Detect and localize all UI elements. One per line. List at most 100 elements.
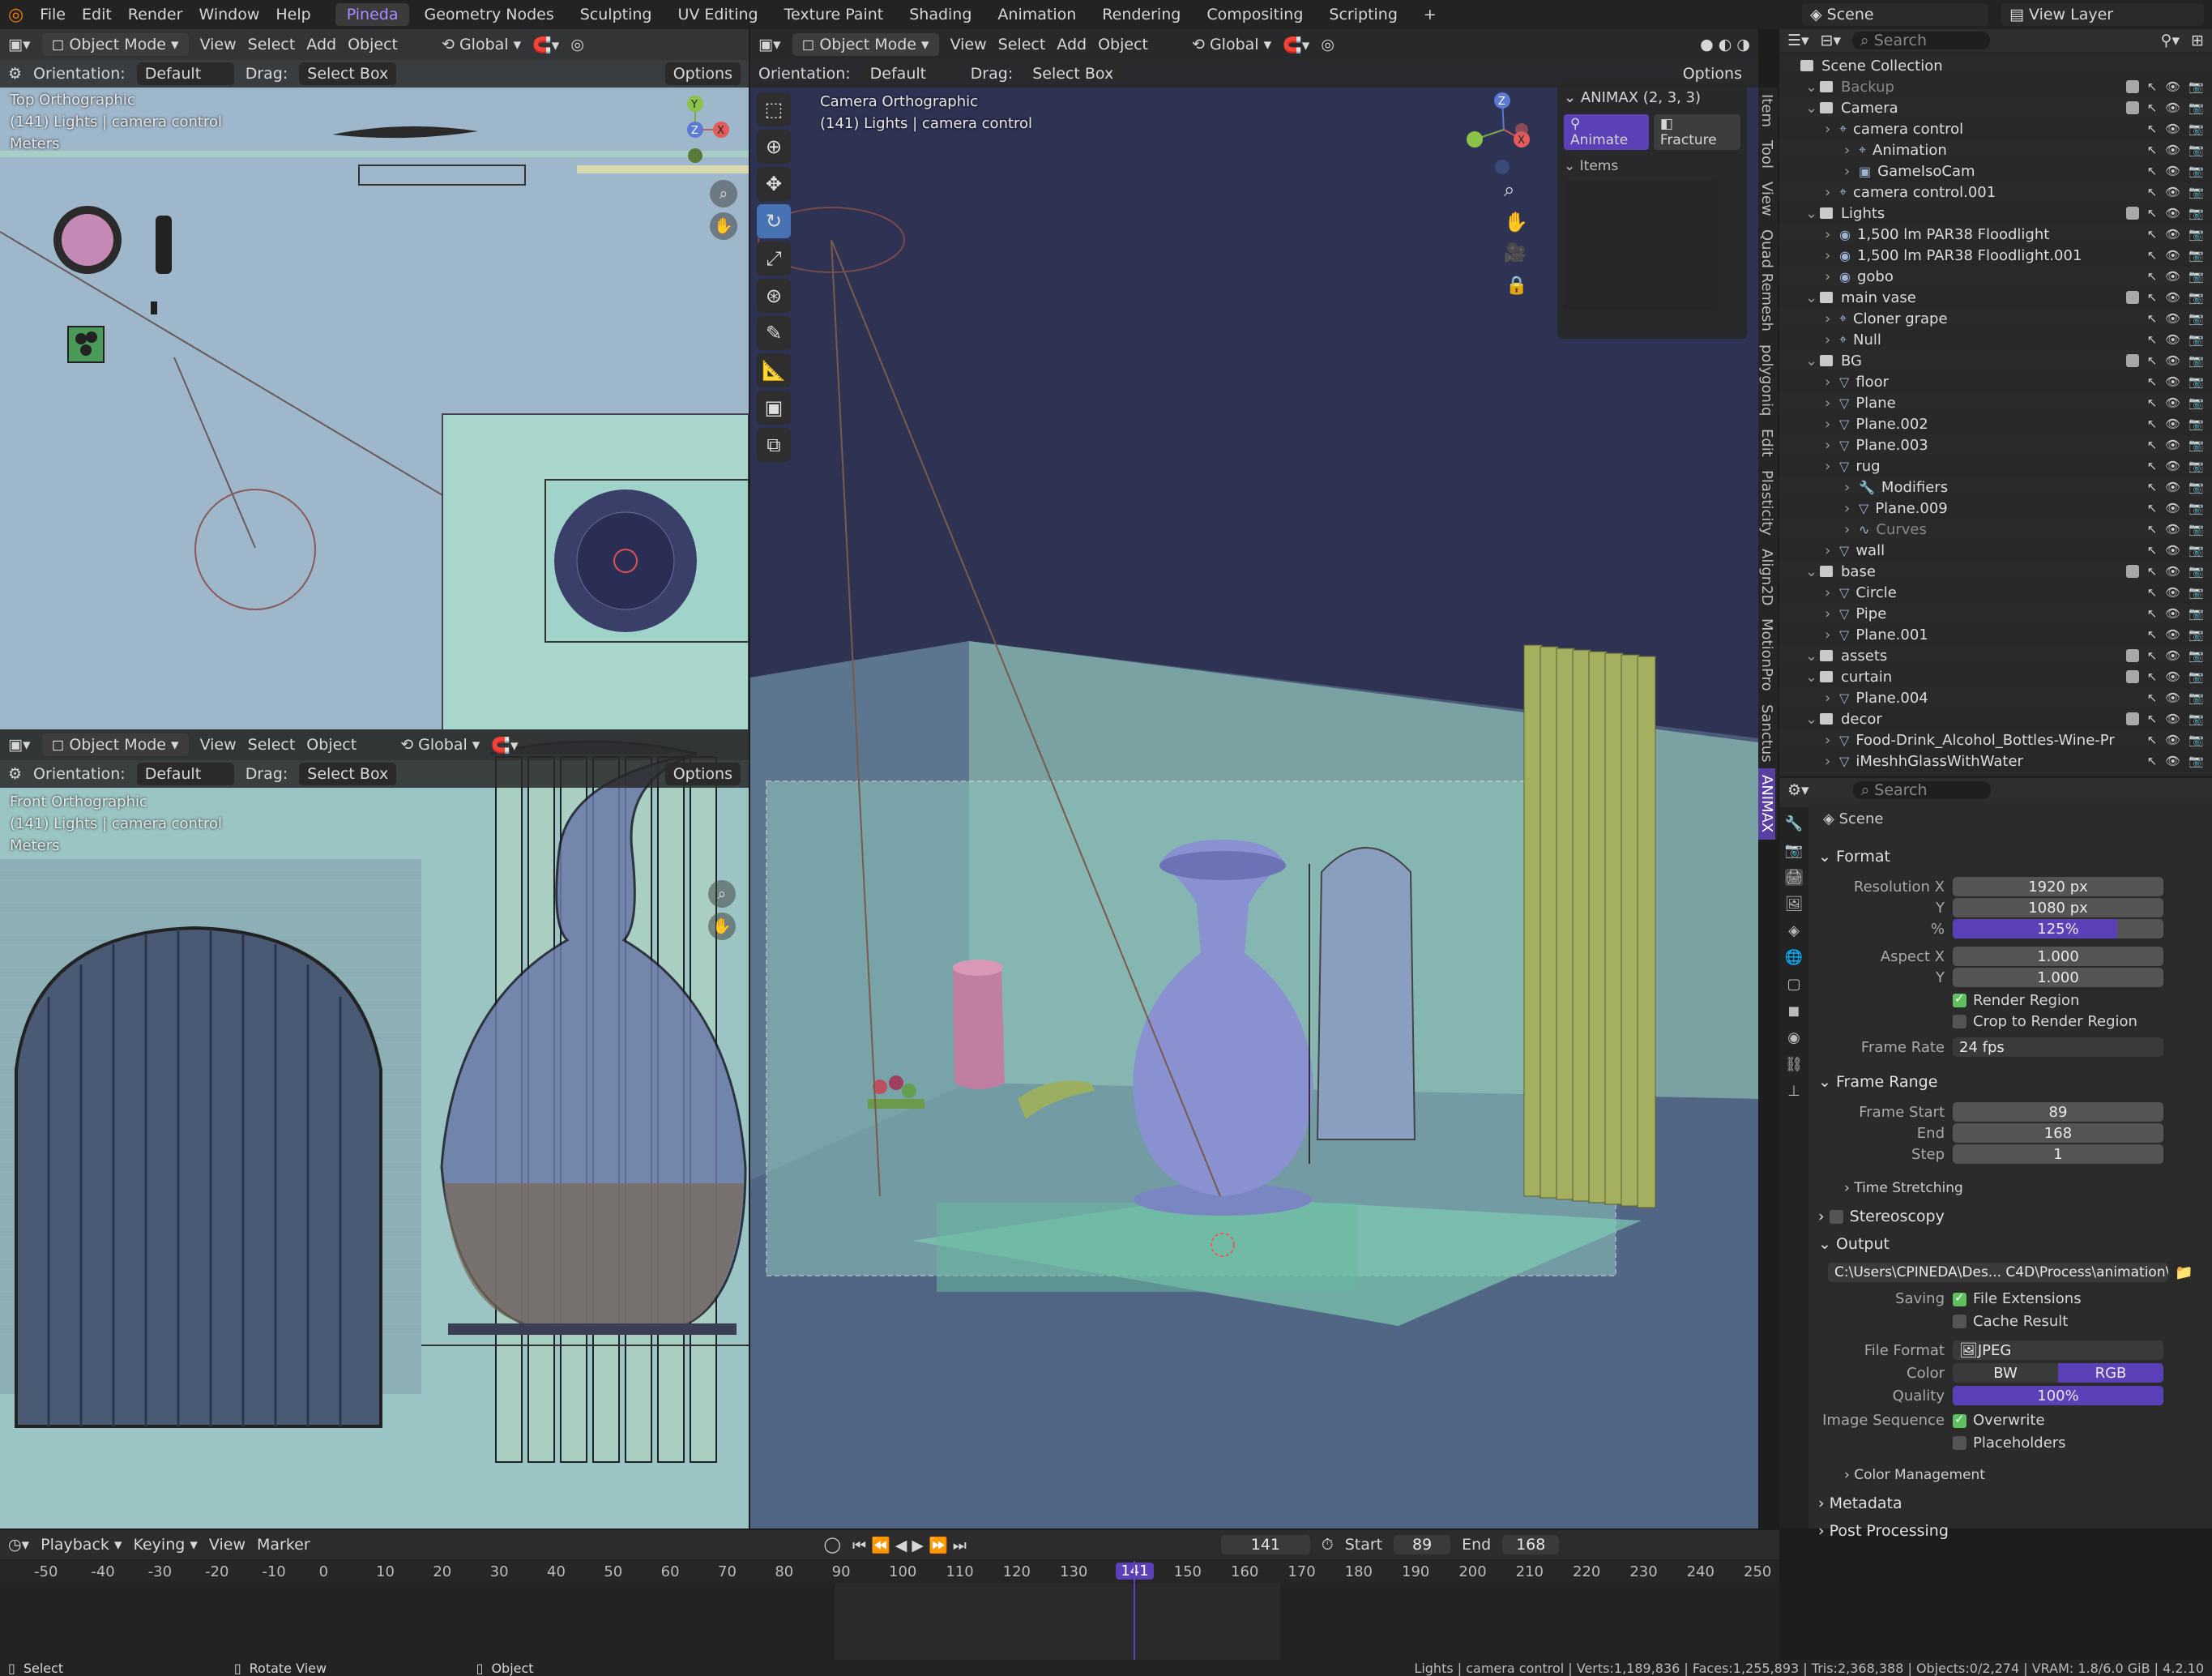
pan-hand-icon[interactable]: ✋: [708, 913, 736, 940]
disclosure-icon[interactable]: ›: [1844, 521, 1859, 538]
cache-result-checkbox[interactable]: [1953, 1315, 1966, 1328]
render-region-checkbox[interactable]: [1953, 991, 1966, 1007]
bw-button[interactable]: BW: [1953, 1363, 2058, 1383]
render-tab-icon[interactable]: 📷: [1785, 842, 1803, 859]
transform-icon[interactable]: ⊛: [757, 279, 791, 313]
eye-icon[interactable]: 👁: [2165, 353, 2180, 368]
eye-icon[interactable]: 👁: [2165, 332, 2180, 347]
disclosure-icon[interactable]: ›: [1844, 479, 1859, 496]
current-frame-field[interactable]: 141: [1220, 1535, 1310, 1554]
frame-ruler[interactable]: -50 -40 -30 -20 -10 0 10 20 30 40 50 60 70 80 90 100 110…: [0, 1561, 1779, 1584]
disclosure-icon[interactable]: ›: [1825, 584, 1839, 601]
lock-icon[interactable]: 🔒: [1505, 276, 1527, 296]
exclude-checkbox[interactable]: [2125, 80, 2139, 93]
aspect-y-field[interactable]: 1.000: [1953, 968, 2163, 987]
eye-icon[interactable]: 👁: [2165, 185, 2180, 199]
disclosure-icon[interactable]: ›: [1844, 163, 1859, 180]
camera-render-icon[interactable]: 📷: [2189, 332, 2204, 347]
eye-icon[interactable]: 👁: [2165, 585, 2180, 600]
outliner-row[interactable]: › ⌖ Animation ↖ 👁 📷: [1779, 139, 2212, 160]
outliner-row[interactable]: › ▽ wall ↖ 👁 📷: [1779, 540, 2212, 561]
tab-scripting[interactable]: Scripting: [1317, 3, 1409, 26]
navigation-gizmo[interactable]: Z X: [1455, 89, 1544, 178]
end-frame-field[interactable]: 168: [1502, 1535, 1560, 1554]
orientation-dropdown[interactable]: Default: [861, 62, 959, 85]
transform-orientation[interactable]: ⟲ Global ▾: [400, 736, 480, 754]
annotate-icon[interactable]: ✎: [757, 316, 791, 350]
eye-icon[interactable]: 👁: [2165, 648, 2180, 663]
new-collection-icon[interactable]: ⊞: [2191, 32, 2204, 49]
world-tab-icon[interactable]: 🌐: [1785, 949, 1803, 966]
outliner-row[interactable]: ⌄ main vase ↖ 👁 📷: [1779, 287, 2212, 308]
select-arrow-icon[interactable]: ↖: [2147, 332, 2158, 347]
menu-window[interactable]: Window: [199, 6, 259, 24]
scale-icon[interactable]: ⤢: [757, 242, 791, 276]
camera-render-icon[interactable]: 📷: [2189, 311, 2204, 326]
tab-animation[interactable]: Animation: [986, 3, 1087, 26]
camera-render-icon[interactable]: 📷: [2189, 227, 2204, 242]
move-icon[interactable]: ✥: [757, 167, 791, 201]
constraints-tab-icon[interactable]: ⛓: [1785, 1056, 1804, 1073]
eye-icon[interactable]: 👁: [2165, 606, 2180, 621]
disclosure-icon[interactable]: ⌄: [1805, 648, 1820, 665]
stereoscopy-checkbox[interactable]: [1829, 1210, 1843, 1224]
post-processing-header[interactable]: › Post Processing: [1818, 1522, 1949, 1540]
editor-type-icon[interactable]: ▣▾: [8, 736, 31, 754]
select-arrow-icon[interactable]: ↖: [2147, 122, 2158, 136]
disclosure-icon[interactable]: ›: [1825, 605, 1839, 622]
tab-sanctus[interactable]: Sanctus: [1758, 698, 1775, 769]
select-arrow-icon[interactable]: ↖: [2147, 290, 2158, 305]
outliner-row[interactable]: › ◉ gobo ↖ 👁 📷: [1779, 266, 2212, 287]
outliner-row[interactable]: Scene Collection: [1779, 55, 2212, 76]
filter-icon[interactable]: ⚲▾: [2161, 32, 2180, 49]
outliner-row[interactable]: › ▽ Circle ↖ 👁 📷: [1779, 582, 2212, 603]
eye-icon[interactable]: 👁: [2165, 712, 2180, 726]
quality-slider[interactable]: 100%: [1953, 1386, 2163, 1405]
select-arrow-icon[interactable]: ↖: [2147, 248, 2158, 263]
menu-object[interactable]: Object: [306, 736, 357, 754]
outliner-row[interactable]: › ▽ Plane.009 ↖ 👁 📷: [1779, 498, 2212, 519]
add-cube-icon[interactable]: ▣: [757, 391, 791, 425]
cursor-icon[interactable]: ⊕: [757, 130, 791, 164]
tab-quad-remesh[interactable]: Quad Remesh: [1758, 223, 1775, 338]
top-ortho-viewport[interactable]: ▣▾ ◻ Object Mode ▾ View Select Add Objec…: [0, 29, 749, 729]
outliner-row[interactable]: › ▽ Plane.001 ↖ 👁 📷: [1779, 624, 2212, 645]
zoom-icon[interactable]: ⌕: [710, 180, 737, 207]
outliner-search[interactable]: ⌕ Search: [1852, 32, 1991, 49]
disclosure-icon[interactable]: ›: [1825, 121, 1839, 138]
file-extensions-checkbox[interactable]: [1953, 1290, 1966, 1306]
eye-icon[interactable]: 👁: [2165, 417, 2180, 431]
items-list[interactable]: [1564, 181, 1718, 310]
snap-icon[interactable]: 🧲▾: [491, 736, 518, 755]
select-arrow-icon[interactable]: ↖: [2147, 564, 2158, 579]
time-stretching-header[interactable]: › Time Stretching: [1844, 1180, 1963, 1196]
outliner-row[interactable]: ⌄ BG ↖ 👁 📷: [1779, 350, 2212, 371]
outliner-row[interactable]: ⌄ Camera ↖ 👁 📷: [1779, 97, 2212, 118]
tab-sculpting[interactable]: Sculpting: [569, 3, 664, 26]
disclosure-icon[interactable]: ⌄: [1805, 669, 1820, 686]
select-arrow-icon[interactable]: ↖: [2147, 417, 2158, 431]
timeline-editor-icon[interactable]: ◷▾: [8, 1536, 29, 1554]
outliner-row[interactable]: › ⌖ camera control ↖ 👁 📷: [1779, 118, 2212, 139]
camera-render-icon[interactable]: 📷: [2189, 501, 2204, 515]
eye-icon[interactable]: 👁: [2165, 395, 2180, 410]
camera-render-icon[interactable]: 📷: [2189, 648, 2204, 663]
format-panel-header[interactable]: ⌄ Format: [1818, 848, 1890, 866]
eye-icon[interactable]: 👁: [2165, 79, 2180, 94]
shading-solid-icon[interactable]: ● ◐ ◑: [1700, 36, 1750, 53]
tab-animax[interactable]: ANIMAX: [1758, 768, 1775, 840]
disclosure-icon[interactable]: ›: [1825, 226, 1839, 243]
eye-icon[interactable]: 👁: [2165, 627, 2180, 642]
select-arrow-icon[interactable]: ↖: [2147, 648, 2158, 663]
camera-render-icon[interactable]: 📷: [2189, 100, 2204, 115]
exclude-checkbox[interactable]: [2125, 101, 2139, 114]
navigation-gizmo[interactable]: Y X Z: [648, 91, 737, 180]
drag-dropdown[interactable]: Select Box: [1024, 62, 1122, 85]
frame-start-field[interactable]: 89: [1953, 1102, 2163, 1122]
camera-render-icon[interactable]: 📷: [2189, 164, 2204, 178]
camera-render-icon[interactable]: 📷: [2189, 417, 2204, 431]
disclosure-icon[interactable]: ›: [1825, 416, 1839, 433]
eye-icon[interactable]: 👁: [2165, 100, 2180, 115]
select-arrow-icon[interactable]: ↖: [2147, 100, 2158, 115]
outliner-row[interactable]: › ▽ Plane.002 ↖ 👁 📷: [1779, 413, 2212, 434]
